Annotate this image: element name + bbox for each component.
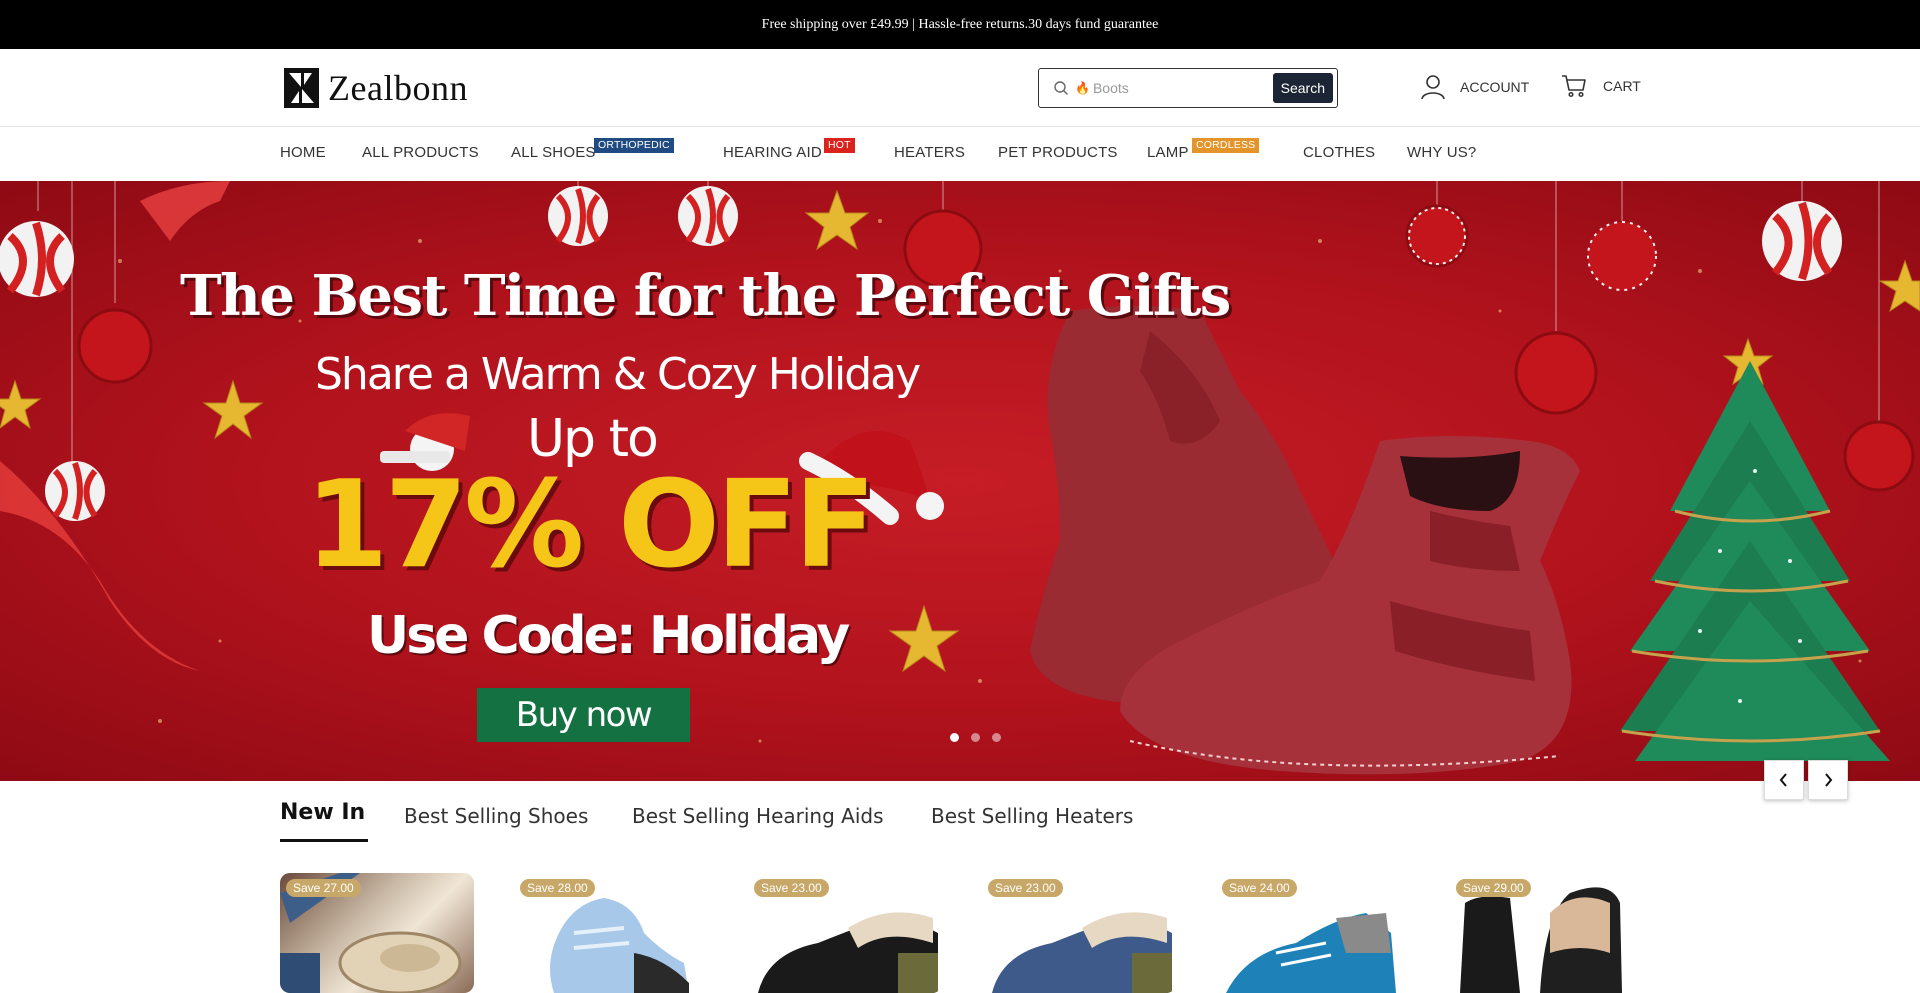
- save-badge: Save 23.00: [988, 879, 1063, 897]
- product-card[interactable]: Save 24.00: [1216, 873, 1410, 993]
- cart-icon: [1562, 75, 1586, 98]
- product-grid: Save 27.00 Save 28.00 Save 23.00 Save 23…: [0, 873, 1920, 993]
- badge-orthopedic: ORTHOPEDIC: [594, 138, 674, 153]
- site-header: Zealbonn 🔥 Search ACCOUNT CART: [0, 49, 1920, 127]
- tab-new-in[interactable]: New In: [280, 800, 365, 825]
- product-tabs: New In Best Selling Shoes Best Selling H…: [0, 782, 1920, 842]
- product-card[interactable]: Save 29.00: [1450, 873, 1644, 993]
- logo[interactable]: Zealbonn: [283, 67, 468, 109]
- save-badge: Save 27.00: [286, 879, 361, 897]
- hero-subheadline: Share a Warm & Cozy Holiday: [315, 349, 921, 400]
- slide-dots: [950, 733, 1001, 742]
- save-badge: Save 29.00: [1456, 879, 1531, 897]
- product-card[interactable]: Save 23.00: [982, 873, 1176, 993]
- logo-mark-icon: [284, 68, 319, 108]
- cart-label: CART: [1603, 78, 1641, 94]
- badge-cordless: CORDLESS: [1192, 138, 1260, 153]
- nav-item-home[interactable]: HOME: [280, 144, 326, 161]
- hero-discount: 17% OFF: [305, 456, 876, 595]
- hero-code: Use Code: Holiday: [367, 606, 850, 666]
- hero-banner[interactable]: The Best Time for the Perfect Gifts Shar…: [0, 181, 1920, 781]
- user-icon: [1421, 75, 1445, 100]
- search-input[interactable]: [1092, 80, 1263, 96]
- slide-dot-3[interactable]: [992, 733, 1001, 742]
- product-card[interactable]: Save 23.00: [748, 873, 942, 993]
- nav-item-all-shoes[interactable]: ALL SHOES: [511, 144, 596, 161]
- announcement-bar: Free shipping over £49.99 | Hassle-free …: [0, 0, 1920, 49]
- active-tab-underline: [280, 839, 368, 842]
- slide-dot-1[interactable]: [950, 733, 959, 742]
- nav-item-all-products[interactable]: ALL PRODUCTS: [362, 144, 479, 161]
- search-button[interactable]: Search: [1272, 73, 1333, 103]
- search-icon: [1054, 81, 1068, 95]
- tab-best-selling-hearing-aids[interactable]: Best Selling Hearing Aids: [632, 804, 884, 828]
- ornaments: [0, 186, 1915, 521]
- cart-link[interactable]: CART: [1561, 74, 1641, 98]
- hero-headline: The Best Time for the Perfect Gifts: [180, 263, 1231, 329]
- account-label: ACCOUNT: [1460, 79, 1530, 95]
- hero-buy-now-button[interactable]: Buy now: [477, 688, 690, 742]
- boot-illustration: [1030, 306, 1580, 775]
- product-card[interactable]: Save 28.00: [514, 873, 708, 993]
- nav-item-lamp[interactable]: LAMP: [1147, 144, 1189, 161]
- save-badge: Save 24.00: [1222, 879, 1297, 897]
- nav-item-heaters[interactable]: HEATERS: [894, 144, 965, 161]
- nav-item-why-us[interactable]: WHY US?: [1407, 144, 1476, 161]
- tab-best-selling-shoes[interactable]: Best Selling Shoes: [404, 804, 588, 828]
- christmas-tree: [1620, 361, 1890, 761]
- badge-hot: HOT: [824, 138, 855, 153]
- save-badge: Save 28.00: [520, 879, 595, 897]
- logo-text: Zealbonn: [328, 68, 468, 108]
- fire-icon: 🔥: [1075, 81, 1090, 95]
- announcement-text: Free shipping over £49.99 | Hassle-free …: [761, 16, 1159, 32]
- nav-item-hearing-aid[interactable]: HEARING AID: [723, 144, 822, 161]
- nav-item-clothes[interactable]: CLOTHES: [1303, 144, 1375, 161]
- search-bar: 🔥 Search: [1038, 68, 1338, 108]
- tab-best-selling-heaters[interactable]: Best Selling Heaters: [931, 804, 1133, 828]
- product-card[interactable]: Save 27.00: [280, 873, 474, 993]
- save-badge: Save 23.00: [754, 879, 829, 897]
- account-link[interactable]: ACCOUNT: [1420, 74, 1529, 100]
- slide-dot-2[interactable]: [971, 733, 980, 742]
- main-nav: HOME ALL PRODUCTS ALL SHOES ORTHOPEDIC H…: [0, 128, 1920, 181]
- nav-item-pet-products[interactable]: PET PRODUCTS: [998, 144, 1118, 161]
